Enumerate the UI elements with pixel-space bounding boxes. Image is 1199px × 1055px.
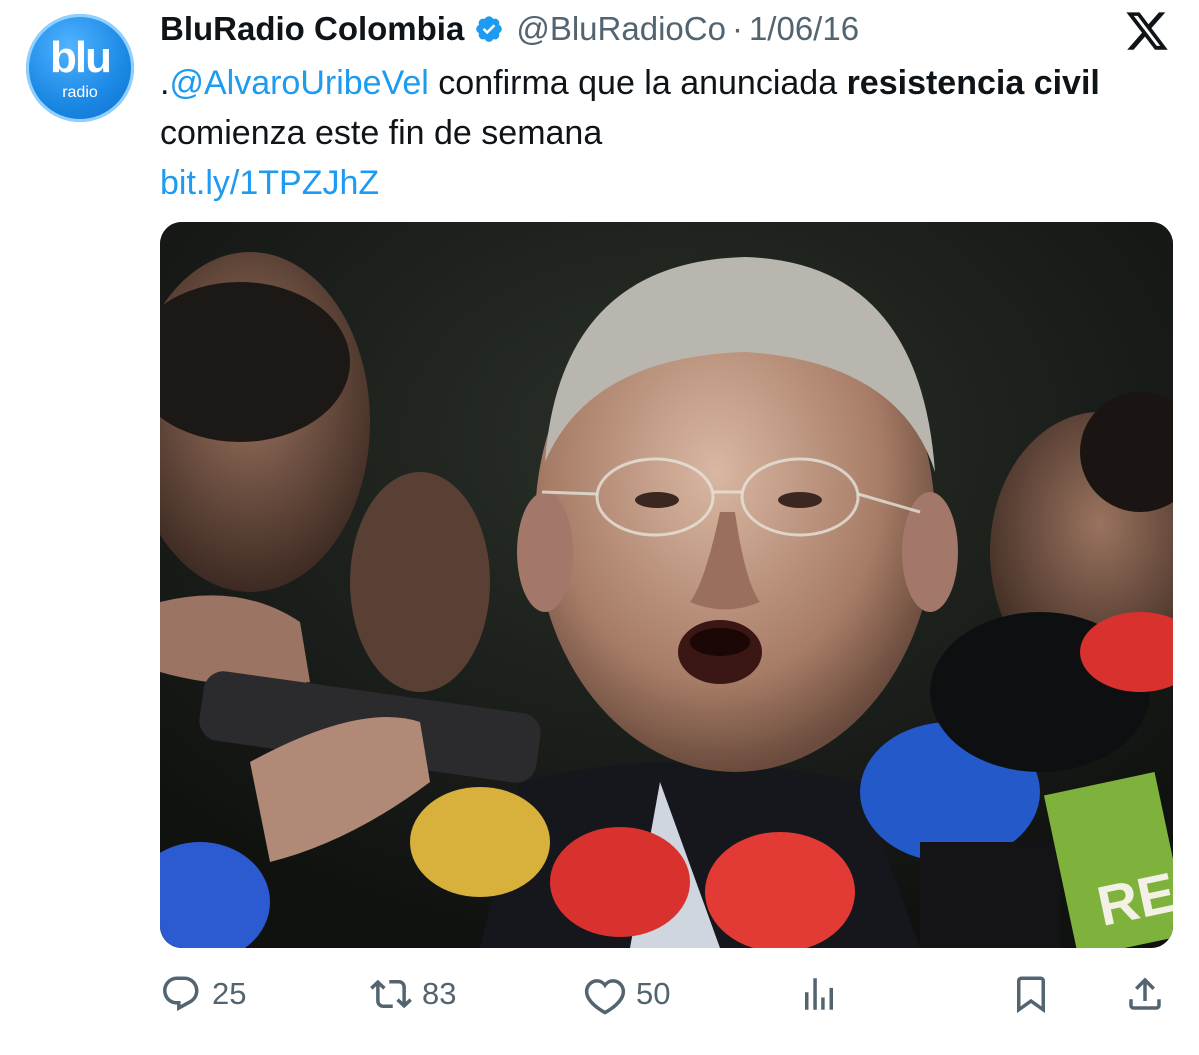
photo-illustration: REC	[160, 222, 1173, 948]
tweet-text-part: confirma que la anunciada	[428, 64, 847, 102]
display-name[interactable]: BluRadio Colombia	[160, 10, 464, 48]
retweet-button[interactable]: 83	[370, 972, 456, 1016]
avatar-logo-main: blu	[50, 33, 112, 82]
like-count: 50	[636, 976, 671, 1011]
tweet-actions: 25 83 50	[160, 966, 1173, 1022]
bookmark-button[interactable]	[1010, 972, 1052, 1016]
avatar[interactable]: blu radio	[26, 14, 134, 122]
views-button[interactable]	[798, 972, 840, 1016]
like-button[interactable]: 50	[584, 972, 670, 1016]
retweet-count: 83	[422, 976, 457, 1011]
reply-count: 25	[212, 976, 247, 1011]
tweet-date[interactable]: 1/06/16	[749, 10, 859, 48]
verified-badge-icon	[476, 16, 503, 42]
views-icon	[805, 978, 833, 1010]
tweet-text: .@AlvaroUribeVel confirma que la anuncia…	[160, 58, 1170, 208]
heart-icon	[584, 979, 626, 1015]
tweet-photo[interactable]: REC	[160, 222, 1173, 948]
x-logo-icon[interactable]	[1124, 8, 1170, 54]
retweet-icon	[370, 979, 412, 1009]
share-button[interactable]	[1124, 972, 1166, 1016]
tweet-text-part: comienza este fin de semana	[160, 114, 603, 152]
reply-icon	[163, 976, 199, 1011]
share-icon	[1129, 977, 1161, 1010]
tweet-url-link[interactable]: bit.ly/1TPZJhZ	[160, 158, 1170, 208]
tweet-header: BluRadio Colombia @BluRadioCo · 1/06/16	[160, 8, 1089, 50]
tweet-bold-text: resistencia civil	[846, 64, 1100, 102]
avatar-logo-sub: radio	[62, 84, 98, 101]
separator-dot: ·	[731, 10, 743, 47]
reply-button[interactable]: 25	[160, 972, 246, 1016]
mention-link[interactable]: @AlvaroUribeVel	[169, 64, 428, 102]
bookmark-icon	[1017, 976, 1045, 1014]
handle[interactable]: @BluRadioCo	[516, 10, 726, 48]
